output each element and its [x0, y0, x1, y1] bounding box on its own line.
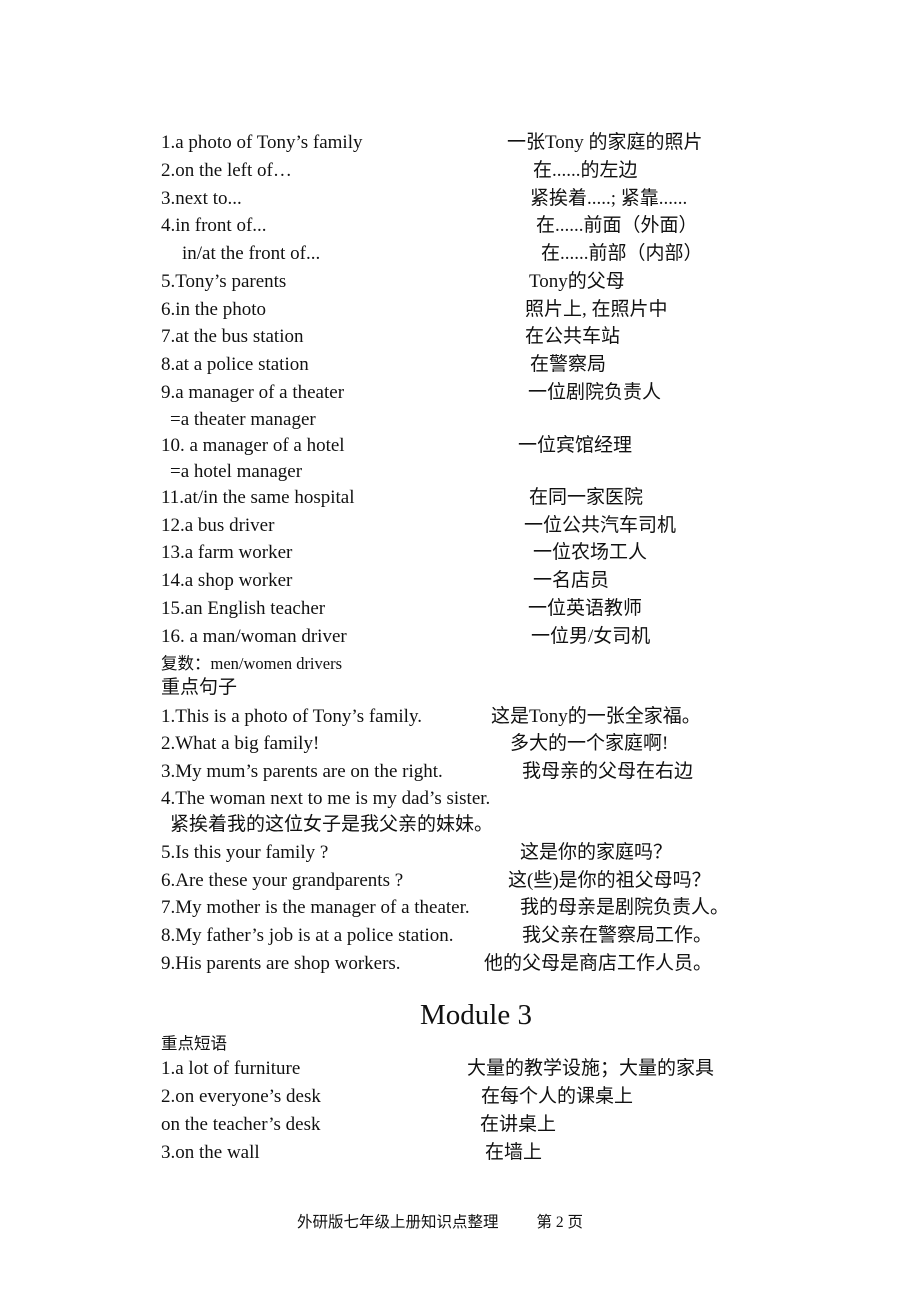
sentence-en: 4.The woman next to me is my dad’s siste… — [161, 788, 491, 809]
phrase-cn: 在警察局 — [530, 354, 607, 375]
phrase-en: on the teacher’s desk — [161, 1114, 321, 1135]
phrase-cn: 在......前面（外面） — [536, 215, 698, 236]
phrase-en: =a hotel manager — [170, 461, 303, 482]
phrase-en: 16. a man/woman driver — [161, 626, 347, 647]
sentence-en: 3.My mum’s parents are on the right. — [161, 761, 443, 782]
phrase-cn: 一张Tony 的家庭的照片 — [507, 132, 703, 153]
phrase-cn: 在公共车站 — [525, 326, 621, 347]
sentence-en: 6.Are these your grandparents ? — [161, 870, 404, 891]
sentence-cn: 我父亲在警察局工作。 — [522, 925, 713, 946]
footer-doc-title: 外研版七年级上册知识点整理 — [297, 1214, 499, 1231]
phrase-en: 8.at a police station — [161, 354, 309, 375]
sentence-en: 7.My mother is the manager of a theater. — [161, 897, 470, 918]
phrase-cn: 在......的左边 — [533, 160, 638, 181]
plural-note: 复数：men/women drivers — [161, 654, 343, 673]
footer-page-number: 第 2 页 — [536, 1214, 584, 1231]
sentence-en: 2.What a big family! — [161, 733, 320, 754]
sentence-cn: 多大的一个家庭啊! — [510, 733, 669, 754]
sentence-cn: 我的母亲是剧院负责人。 — [520, 897, 730, 918]
phrase-en: 7.at the bus station — [161, 326, 304, 347]
phrase-en: 3.next to... — [161, 188, 242, 209]
phrase-cn: 一位农场工人 — [533, 542, 648, 563]
phrase-cn: 在墙上 — [485, 1142, 543, 1163]
phrase-en: 1.a photo of Tony’s family — [161, 132, 363, 153]
phrase-en: 12.a bus driver — [161, 515, 275, 536]
phrase-cn: 在讲桌上 — [480, 1114, 557, 1135]
phrase-en: 11.at/in the same hospital — [161, 487, 355, 508]
phrase-cn: 在同一家医院 — [529, 487, 644, 508]
phrase-cn: 在每个人的课桌上 — [481, 1086, 634, 1107]
sentence-en: 9.His parents are shop workers. — [161, 953, 401, 974]
phrase-en: 3.on the wall — [161, 1142, 260, 1163]
phrase-cn: 在......前部（内部） — [541, 243, 703, 264]
phrase-en: 5.Tony’s parents — [161, 271, 287, 292]
phrase-cn: Tony的父母 — [529, 271, 625, 292]
phrase-cn: 一位公共汽车司机 — [524, 515, 677, 536]
phrase-en: 1.a lot of furniture — [161, 1058, 301, 1079]
phrase-cn: 照片上, 在照片中 — [525, 299, 668, 320]
module3-heading: 重点短语 — [161, 1034, 227, 1053]
phrase-en: 4.in front of... — [161, 215, 267, 236]
phrase-en: 2.on everyone’s desk — [161, 1086, 321, 1107]
sentence-cn: 这是Tony的一张全家福。 — [491, 706, 701, 727]
phrase-en: 15.an English teacher — [161, 598, 326, 619]
phrase-en: 14.a shop worker — [161, 570, 293, 591]
page-footer: 外研版七年级上册知识点整理 第 2 页 — [297, 1213, 583, 1233]
sentence-en: 1.This is a photo of Tony’s family. — [161, 706, 422, 727]
sentence-cn: 他的父母是商店工作人员。 — [484, 953, 713, 974]
phrase-cn: 一位宾馆经理 — [518, 435, 633, 456]
phrase-en: 10. a manager of a hotel — [161, 435, 345, 456]
phrase-en: in/at the front of... — [182, 243, 321, 264]
sentence-cn: 这是你的家庭吗？ — [520, 842, 673, 863]
sentence-translation: 紧挨着我的这位女子是我父亲的妹妹。 — [170, 814, 494, 835]
sentence-en: 8.My father’s job is at a police station… — [161, 925, 454, 946]
phrase-cn: 一位男/女司机 — [531, 626, 651, 647]
phrase-en: 13.a farm worker — [161, 542, 293, 563]
phrase-en: 6.in the photo — [161, 299, 267, 320]
phrase-en: 2.on the left of… — [161, 160, 292, 181]
phrase-cn: 一名店员 — [533, 570, 610, 591]
phrase-cn: 一位剧院负责人 — [528, 382, 662, 403]
phrase-en: =a theater manager — [170, 409, 316, 430]
sentence-cn: 这(些)是你的祖父母吗？ — [508, 870, 711, 891]
phrase-cn: 一位英语教师 — [528, 598, 643, 619]
phrase-en: 9.a manager of a theater — [161, 382, 345, 403]
phrase-cn: 大量的教学设施；大量的家具 — [467, 1058, 715, 1079]
sentences-heading: 重点句子 — [161, 677, 238, 698]
sentence-cn: 我母亲的父母在右边 — [522, 761, 694, 782]
module-title: Module 3 — [420, 999, 532, 1031]
phrase-cn: 紧挨着.....; 紧靠...... — [530, 188, 688, 209]
sentence-en: 5.Is this your family ? — [161, 842, 329, 863]
